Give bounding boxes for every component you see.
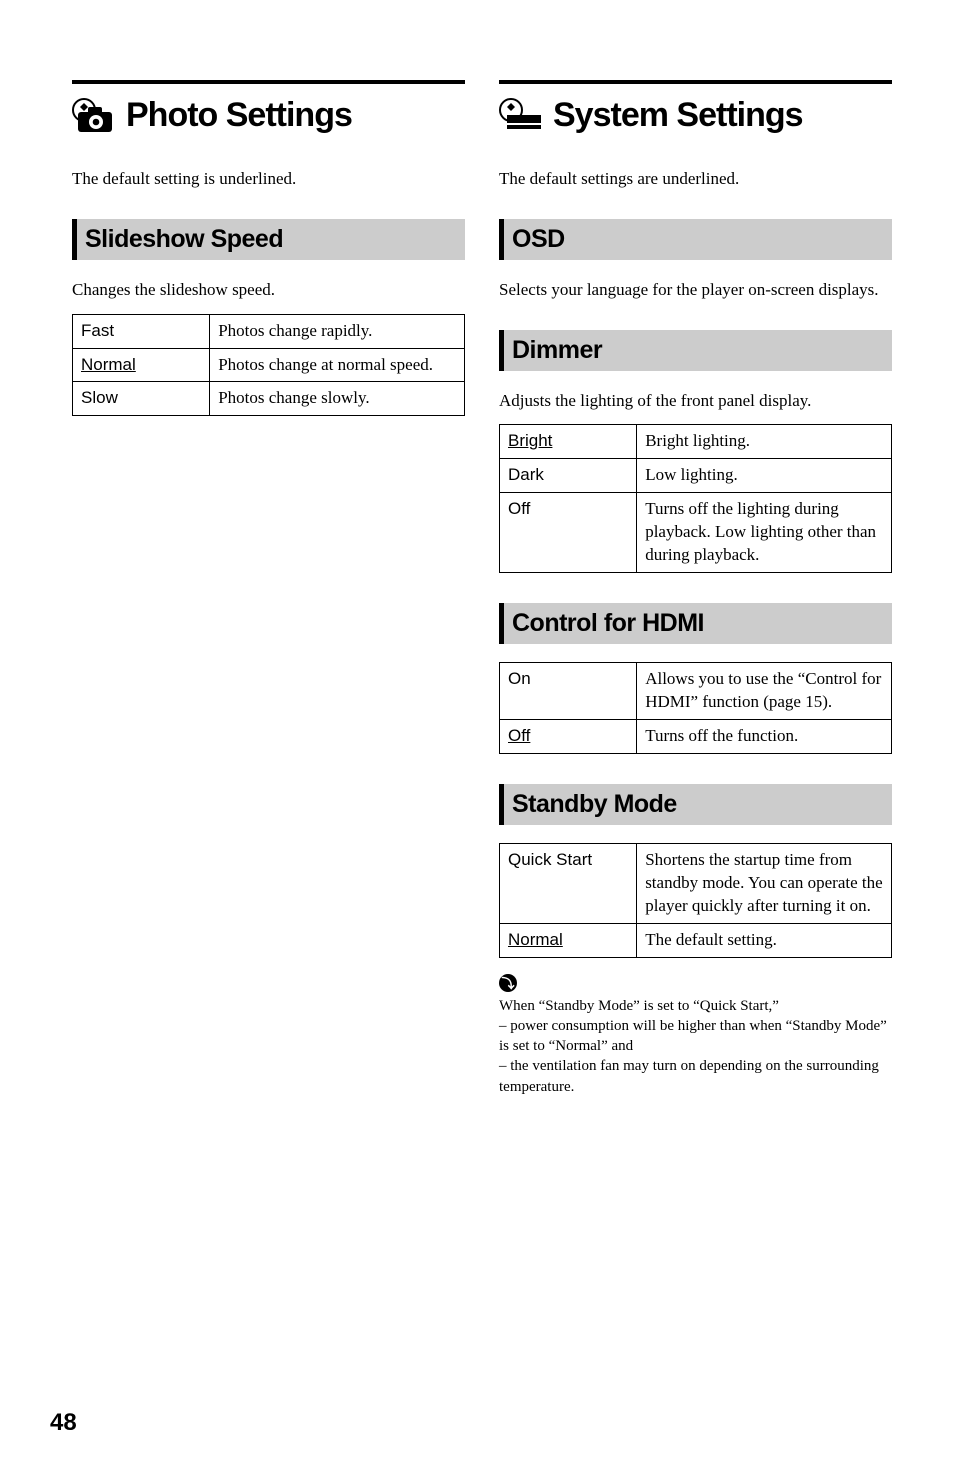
dimmer-table: Bright Bright lighting. Dark Low lightin… — [499, 424, 892, 573]
table-row: Fast Photos change rapidly. — [73, 314, 465, 348]
note-icon: ⤵ — [499, 974, 517, 992]
standby-table: Quick Start Shortens the startup time fr… — [499, 843, 892, 958]
system-settings-heading: System Settings — [553, 96, 803, 135]
table-row: Bright Bright lighting. — [500, 425, 892, 459]
table-row: Normal The default setting. — [500, 923, 892, 957]
opt-val: The default setting. — [637, 923, 892, 957]
opt-key: Quick Start — [500, 843, 637, 923]
opt-val: Photos change slowly. — [210, 382, 465, 416]
slideshow-table: Fast Photos change rapidly. Normal Photo… — [72, 314, 465, 417]
osd-desc: Selects your language for the player on-… — [499, 278, 892, 302]
table-row: On Allows you to use the “Control for HD… — [500, 663, 892, 720]
opt-key: Fast — [73, 314, 210, 348]
osd-heading: OSD — [499, 219, 892, 260]
table-row: Slow Photos change slowly. — [73, 382, 465, 416]
photo-settings-heading: Photo Settings — [126, 96, 352, 135]
page-number: 48 — [50, 1409, 77, 1437]
opt-val: Turns off the function. — [637, 719, 892, 753]
slideshow-heading: Slideshow Speed — [72, 219, 465, 260]
opt-val: Shortens the startup time from standby m… — [637, 843, 892, 923]
opt-val: Allows you to use the “Control for HDMI”… — [637, 663, 892, 720]
opt-val: Turns off the lighting during playback. … — [637, 493, 892, 573]
opt-key: Normal — [73, 348, 210, 382]
dimmer-heading: Dimmer — [499, 330, 892, 371]
system-intro: The default settings are underlined. — [499, 167, 892, 191]
opt-key: Slow — [73, 382, 210, 416]
photo-icon — [72, 98, 116, 134]
opt-key: Off — [500, 493, 637, 573]
opt-key: Dark — [500, 459, 637, 493]
standby-heading: Standby Mode — [499, 784, 892, 825]
table-row: Off Turns off the lighting during playba… — [500, 493, 892, 573]
slideshow-desc: Changes the slideshow speed. — [72, 278, 465, 302]
opt-val: Bright lighting. — [637, 425, 892, 459]
system-icon — [499, 98, 543, 134]
opt-val: Photos change at normal speed. — [210, 348, 465, 382]
opt-val: Low lighting. — [637, 459, 892, 493]
opt-val: Photos change rapidly. — [210, 314, 465, 348]
hdmi-table: On Allows you to use the “Control for HD… — [499, 662, 892, 754]
hdmi-heading: Control for HDMI — [499, 603, 892, 644]
table-row: Normal Photos change at normal speed. — [73, 348, 465, 382]
opt-key: Bright — [500, 425, 637, 459]
opt-key: Off — [500, 719, 637, 753]
opt-key: On — [500, 663, 637, 720]
table-row: Quick Start Shortens the startup time fr… — [500, 843, 892, 923]
opt-key: Normal — [500, 923, 637, 957]
dimmer-desc: Adjusts the lighting of the front panel … — [499, 389, 892, 413]
table-row: Off Turns off the function. — [500, 719, 892, 753]
note-text: When “Standby Mode” is set to “Quick Sta… — [499, 996, 892, 1097]
photo-intro: The default setting is underlined. — [72, 167, 465, 191]
table-row: Dark Low lighting. — [500, 459, 892, 493]
